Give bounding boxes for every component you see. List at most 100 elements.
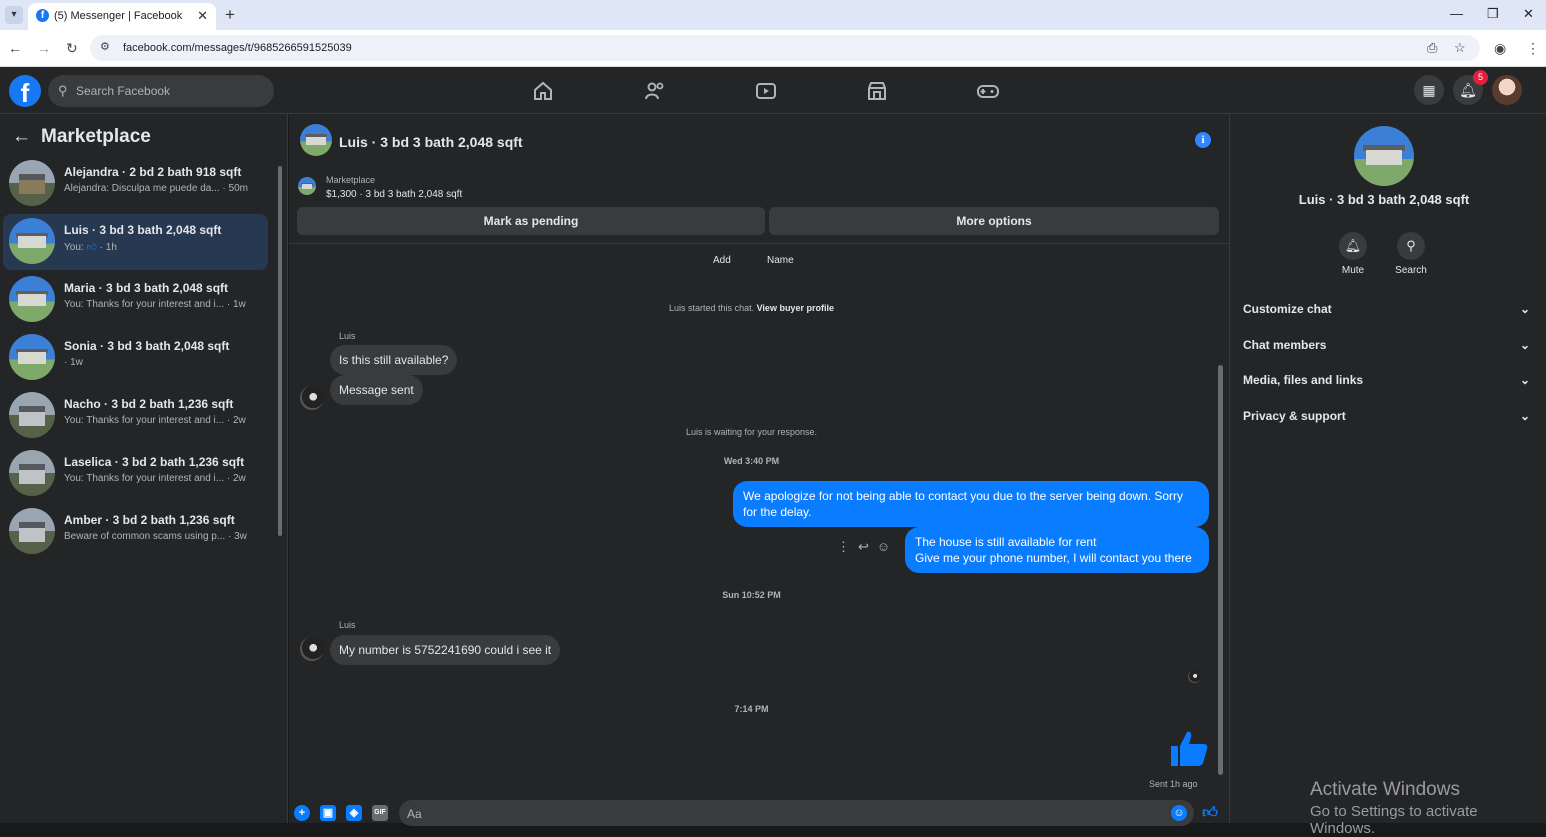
conversation-item-active[interactable]: Luis · 3 bd 3 bath 2,048 sqft You: 👍︎ · … <box>3 214 268 270</box>
sender-avatar[interactable] <box>300 386 324 410</box>
forward-arrow-icon[interactable]: → <box>37 40 51 56</box>
window-close-button[interactable]: ✕ <box>1523 6 1534 22</box>
menu-grid-icon[interactable]: ▦ <box>1414 75 1444 105</box>
friends-icon[interactable] <box>643 79 667 103</box>
conversation-item[interactable]: Alejandra · 2 bd 2 bath 918 sqft Alejand… <box>3 156 268 212</box>
search-icon[interactable]: ⚲ <box>1397 232 1425 260</box>
listing-thumbnail <box>9 334 55 380</box>
chevron-down-icon: ⌄ <box>1519 409 1530 423</box>
react-emoji-icon[interactable]: ☺ <box>877 539 890 554</box>
url-field[interactable]: ⚙ facebook.com/messages/t/96852665915250… <box>90 35 1480 61</box>
chat-header: Luis · 3 bd 3 bath 2,048 sqft i Marketpl… <box>289 114 1229 244</box>
preview-time: · 1h <box>99 242 117 253</box>
outgoing-message[interactable]: We apologize for not being able to conta… <box>733 481 1209 527</box>
bookmark-star-icon[interactable]: ☆ <box>1454 40 1466 56</box>
details-title: Luis · 3 bd 3 bath 2,048 sqft <box>1298 192 1470 207</box>
chat-title[interactable]: Luis · 3 bd 3 bath 2,048 sqft <box>339 134 523 150</box>
home-icon[interactable] <box>531 79 555 103</box>
section-label: Chat members <box>1243 338 1327 352</box>
browser-menu-icon[interactable]: ⋮ <box>1526 40 1540 57</box>
conversation-name: Maria · 3 bd 3 bath 2,048 sqft <box>64 281 229 295</box>
tab-close-icon[interactable]: ✕ <box>197 8 208 24</box>
timestamp: Wed 3:40 PM <box>723 456 780 466</box>
chat-started-notice: Luis started this chat. View buyer profi… <box>289 303 1214 313</box>
conversation-preview: Beware of common scams using p... · 3w <box>64 531 247 542</box>
like-thumb-icon[interactable] <box>1169 728 1209 768</box>
listing-price[interactable]: $1,300 · 3 bd 3 bath 2,048 sqft <box>326 189 462 200</box>
conversation-preview: You: Thanks for your interest and i... ·… <box>64 415 246 426</box>
chat-members-section[interactable]: Chat members ⌄ <box>1243 338 1530 352</box>
listing-thumbnail <box>9 508 55 554</box>
minimize-button[interactable]: — <box>1450 6 1463 21</box>
emoji-icon[interactable]: ☺ <box>1171 805 1187 821</box>
watermark-line: Activate Windows <box>1310 779 1460 800</box>
send-like-icon[interactable]: 👍︎ <box>1202 805 1218 821</box>
outgoing-message[interactable]: The house is still available for rent Gi… <box>905 527 1209 573</box>
marketplace-store-icon[interactable] <box>865 79 889 103</box>
search-icon: ⚲ <box>58 83 68 98</box>
more-actions-icon[interactable]: ⋮ <box>837 539 850 554</box>
reply-icon[interactable]: ↩ <box>858 539 869 554</box>
reload-icon[interactable]: ↻ <box>66 40 78 57</box>
mute-bell-icon[interactable]: 🔔︎ <box>1339 232 1367 260</box>
search-label: Search <box>1395 265 1427 276</box>
info-icon[interactable]: i <box>1195 132 1211 148</box>
section-label: Media, files and links <box>1243 373 1364 387</box>
conversation-item[interactable]: Sonia · 3 bd 3 bath 2,048 sqft · 1w <box>3 330 268 386</box>
sender-name: Luis <box>339 620 356 630</box>
preview-prefix: You: <box>64 242 84 253</box>
listing-thumbnail <box>9 160 55 206</box>
chevron-down-icon: ⌄ <box>1519 302 1530 316</box>
conversation-item[interactable]: Amber · 3 bd 2 bath 1,236 sqft Beware of… <box>3 504 268 560</box>
facebook-logo-icon[interactable]: f <box>9 75 41 108</box>
plus-actions-icon[interactable]: + <box>294 805 310 821</box>
chat-avatar[interactable] <box>300 124 332 156</box>
timestamp: 7:14 PM <box>734 704 769 714</box>
restore-button[interactable]: ❐ <box>1487 6 1499 22</box>
account-avatar[interactable] <box>1492 75 1522 105</box>
conversation-item[interactable]: Laselica · 3 bd 2 bath 1,236 sqft You: T… <box>3 446 268 502</box>
details-avatar[interactable] <box>1354 126 1414 186</box>
sidebar-header: ← Marketplace <box>12 126 151 148</box>
view-buyer-profile-link[interactable]: View buyer profile <box>757 303 834 313</box>
message-placeholder: Aa <box>407 807 422 821</box>
back-arrow-icon[interactable]: ← <box>8 40 22 56</box>
conversation-item[interactable]: Nacho · 3 bd 2 bath 1,236 sqft You: Than… <box>3 388 268 444</box>
tab-search-dropdown[interactable]: ▾ <box>5 6 23 24</box>
install-app-icon[interactable]: ⎙ <box>1427 40 1437 56</box>
listing-thumbnail <box>9 392 55 438</box>
profile-icon[interactable]: ◉ <box>1494 40 1506 57</box>
attach-image-icon[interactable]: ▣ <box>320 805 336 821</box>
message-input[interactable]: Aa <box>399 800 1194 826</box>
conversation-name: Amber · 3 bd 2 bath 1,236 sqft <box>64 513 235 527</box>
more-options-button[interactable]: More options <box>769 207 1219 235</box>
watch-video-icon[interactable] <box>754 79 778 103</box>
mark-as-pending-button[interactable]: Mark as pending <box>297 207 765 235</box>
sticker-icon[interactable]: ◈ <box>346 805 362 821</box>
site-settings-icon[interactable]: ⚙ <box>100 40 110 53</box>
privacy-support-section[interactable]: Privacy & support ⌄ <box>1243 409 1530 423</box>
conversation-name: Alejandra · 2 bd 2 bath 918 sqft <box>64 165 242 179</box>
name-label[interactable]: Name <box>767 255 794 266</box>
customize-chat-section[interactable]: Customize chat ⌄ <box>1243 302 1530 316</box>
back-arrow-icon[interactable]: ← <box>12 126 31 147</box>
gaming-icon[interactable] <box>976 79 1000 103</box>
incoming-message[interactable]: Message sent <box>330 375 423 405</box>
conversation-name: Nacho · 3 bd 2 bath 1,236 sqft <box>64 397 234 411</box>
sidebar-scrollbar[interactable] <box>276 154 284 544</box>
conversation-item[interactable]: Maria · 3 bd 3 bath 2,048 sqft You: Than… <box>3 272 268 328</box>
chat-scrollbar[interactable] <box>1215 245 1225 795</box>
details-scrollbar[interactable] <box>1536 114 1546 823</box>
search-facebook-input[interactable]: ⚲ Search Facebook <box>48 75 274 107</box>
new-tab-button[interactable]: + <box>225 5 235 25</box>
gif-icon[interactable]: GIF <box>372 805 388 821</box>
facebook-header: f ⚲ Search Facebook ▦ 🔔︎ 5 <box>0 67 1546 114</box>
message-line: We apologize for not being able to conta… <box>743 489 1184 503</box>
incoming-message[interactable]: My number is 5752241690 could i see it <box>330 635 561 665</box>
add-label[interactable]: Add <box>713 255 731 266</box>
sender-avatar[interactable] <box>300 637 324 661</box>
browser-tab[interactable]: f (5) Messenger | Facebook ✕ <box>28 3 216 30</box>
incoming-message[interactable]: Is this still available? <box>330 345 458 375</box>
media-files-links-section[interactable]: Media, files and links ⌄ <box>1243 373 1530 387</box>
browser-tab-bar: ▾ f (5) Messenger | Facebook ✕ + — ❐ ✕ <box>0 0 1546 30</box>
